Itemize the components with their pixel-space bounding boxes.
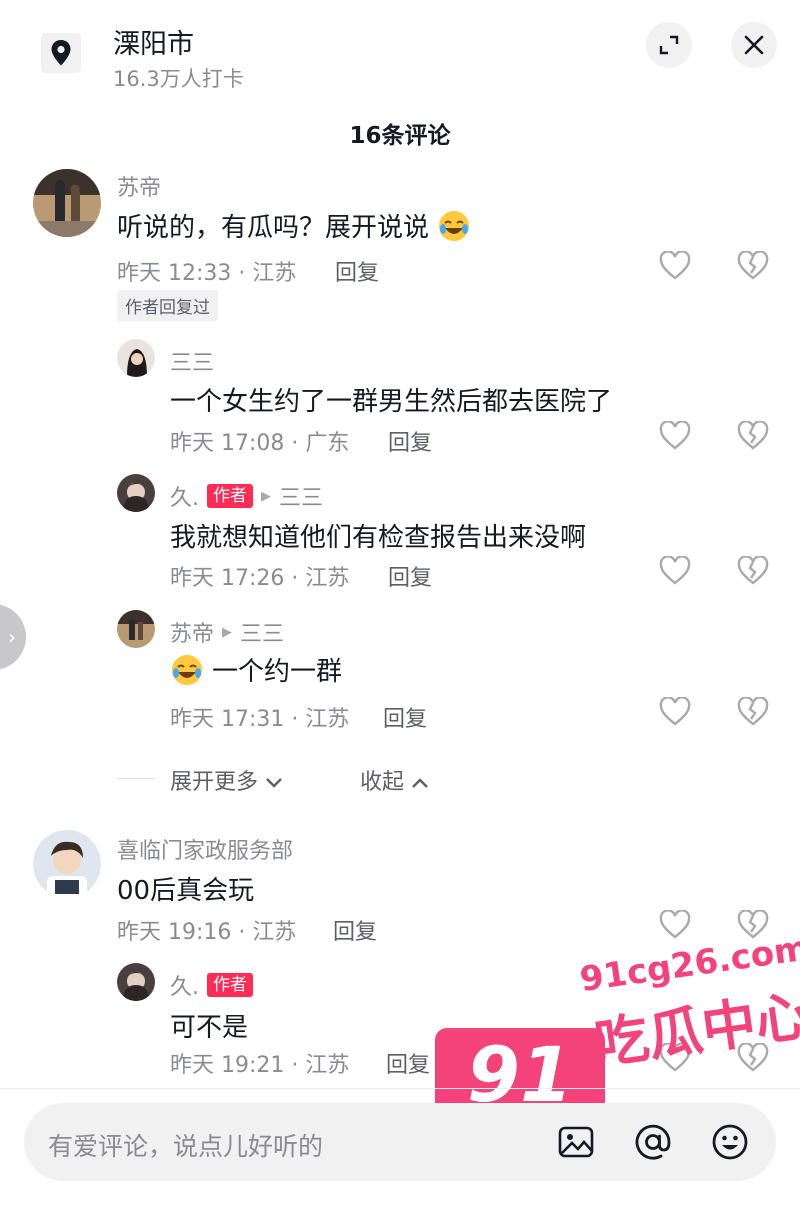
laugh-cry-emoji-icon — [172, 654, 202, 685]
laugh-cry-emoji-icon — [439, 210, 470, 241]
comment-time-location: 昨天 17:31 · 江苏 — [170, 707, 350, 732]
dislike-button[interactable] — [736, 696, 770, 728]
location-icon-box — [41, 33, 81, 73]
location-pin-icon — [51, 40, 71, 66]
broken-heart-icon — [737, 421, 769, 450]
like-button[interactable] — [658, 250, 692, 282]
author-tag: 作者 — [207, 484, 253, 508]
heart-icon — [659, 910, 691, 939]
comment-username[interactable]: 喜临门家政服务部 — [117, 833, 293, 865]
dislike-button[interactable] — [736, 420, 770, 452]
comment-time-location: 昨天 17:08 · 广东 — [170, 431, 350, 456]
emoji-icon — [712, 1124, 748, 1160]
heart-icon — [659, 556, 691, 585]
comment-username-row: 久. 作者 — [170, 969, 253, 1001]
comment-time-location: 昨天 19:21 · 江苏 — [170, 1053, 350, 1078]
collapse-icon — [659, 35, 679, 55]
reply-button[interactable]: 回复 — [333, 914, 377, 946]
avatar[interactable] — [117, 339, 155, 377]
comment-text: 我就想知道他们有检查报告出来没啊 — [170, 523, 587, 553]
reply-arrow-icon: ▶ — [222, 624, 233, 640]
like-button[interactable] — [658, 420, 692, 452]
comment-username[interactable]: 久. — [170, 480, 199, 512]
collapse-button[interactable] — [646, 22, 692, 68]
comment-text: 00后真会玩 — [117, 876, 255, 906]
comment-username[interactable]: 苏帝 — [170, 616, 214, 648]
comment-text: 一个约一群 — [170, 651, 342, 688]
reply-to-username[interactable]: 三三 — [240, 616, 284, 648]
close-icon — [744, 35, 764, 55]
divider — [117, 778, 155, 779]
reply-button[interactable]: 回复 — [388, 425, 432, 457]
at-icon — [635, 1124, 671, 1160]
like-button[interactable] — [658, 696, 692, 728]
comment-username[interactable]: 苏帝 — [117, 170, 161, 202]
comment-username[interactable]: 久. — [170, 969, 199, 1001]
reply-to-username[interactable]: 三三 — [279, 480, 323, 512]
comment-text: 一个女生约了一群男生然后都去医院了 — [170, 387, 613, 417]
avatar[interactable] — [33, 830, 101, 898]
mention-button[interactable] — [633, 1122, 673, 1162]
heart-icon — [659, 421, 691, 450]
comment-username-row: 苏帝 ▶ 三三 — [170, 616, 284, 648]
like-button[interactable] — [658, 909, 692, 941]
broken-heart-icon — [737, 556, 769, 585]
comments-count: 16条评论 — [349, 123, 451, 149]
avatar[interactable] — [117, 963, 155, 1001]
avatar[interactable] — [117, 474, 155, 512]
avatar[interactable] — [33, 169, 101, 237]
like-button[interactable] — [658, 555, 692, 587]
comment-input-placeholder: 有爱评论，说点儿好听的 — [48, 1132, 324, 1161]
author-tag: 作者 — [207, 973, 253, 997]
heart-icon — [659, 251, 691, 280]
divider — [0, 1088, 800, 1089]
image-button[interactable] — [556, 1122, 596, 1162]
chevron-right-icon: › — [8, 625, 16, 649]
reply-button[interactable]: 回复 — [388, 560, 432, 592]
comment-text: 可不是 — [170, 1013, 249, 1043]
reply-arrow-icon: ▶ — [261, 488, 271, 504]
comment-time-location: 昨天 19:16 · 江苏 — [117, 920, 297, 945]
emoji-button[interactable] — [710, 1122, 750, 1162]
reply-button[interactable]: 回复 — [386, 1047, 430, 1079]
location-title[interactable]: 溧阳市 — [113, 22, 194, 61]
reply-button[interactable]: 回复 — [383, 701, 427, 733]
avatar[interactable] — [117, 610, 155, 648]
side-expand-handle[interactable]: › — [0, 604, 26, 670]
comment-time-location: 昨天 12:33 · 江苏 — [117, 261, 297, 286]
checkin-count: 16.3万人打卡 — [113, 67, 244, 91]
close-button[interactable] — [731, 22, 777, 68]
dislike-button[interactable] — [736, 555, 770, 587]
broken-heart-icon — [737, 251, 769, 280]
comment-username-row: 久. 作者 ▶ 三三 — [170, 480, 323, 512]
comment-time-location: 昨天 17:26 · 江苏 — [170, 566, 350, 591]
author-replied-badge: 作者回复过 — [117, 290, 218, 321]
collapse-thread-button[interactable]: 收起 — [360, 764, 429, 796]
broken-heart-icon — [737, 697, 769, 726]
heart-icon — [659, 697, 691, 726]
reply-button[interactable]: 回复 — [335, 255, 379, 287]
chevron-up-icon — [412, 778, 428, 788]
image-icon — [558, 1126, 594, 1158]
comment-text: 听说的，有瓜吗？展开说说 — [117, 207, 471, 244]
dislike-button[interactable] — [736, 250, 770, 282]
expand-more-button[interactable]: 展开更多 — [170, 764, 283, 796]
chevron-down-icon — [266, 778, 282, 788]
comment-username[interactable]: 三三 — [170, 345, 214, 377]
